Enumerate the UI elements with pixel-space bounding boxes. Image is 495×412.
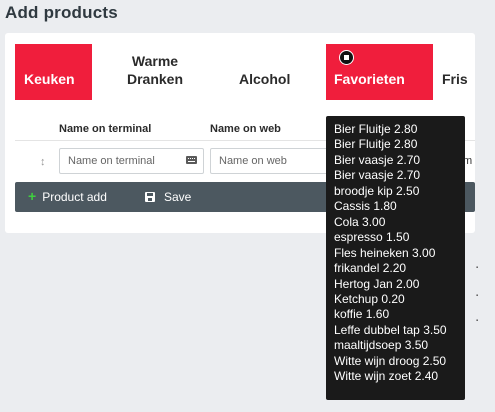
product-add-button[interactable]: + Product add xyxy=(28,188,107,204)
product-add-label: Product add xyxy=(42,190,107,204)
input-placeholder: Name on terminal xyxy=(68,155,155,167)
keyboard-icon[interactable] xyxy=(186,156,197,164)
tooltip-item: Ketchup 0.20 xyxy=(334,291,405,306)
tab-keuken[interactable]: Keuken xyxy=(15,44,92,100)
side-marker: ▪ xyxy=(476,293,479,299)
tab-fris[interactable]: Fris xyxy=(442,44,475,100)
tooltip-item: frikandel 2.20 xyxy=(334,261,407,276)
tooltip-item: Hertog Jan 2.00 xyxy=(334,276,420,291)
name-on-web-input[interactable]: Name on web xyxy=(210,148,330,174)
tooltip-item: Witte wijn droog 2.50 xyxy=(334,353,447,368)
save-icon xyxy=(145,192,155,202)
tab-label: Alcohol xyxy=(239,71,291,87)
tooltip-item: Bier Fluitje 2.80 xyxy=(334,137,418,152)
tooltip-item: maaltijdsoep 3.50 xyxy=(334,338,429,353)
tooltip-item: koffie 1.60 xyxy=(334,307,390,322)
tab-favorieten[interactable]: Favorieten xyxy=(326,44,433,100)
tooltip-item: Bier vaasje 2.70 xyxy=(334,152,421,167)
tab-alcohol[interactable]: Alcohol xyxy=(227,44,315,100)
column-header-terminal: Name on terminal xyxy=(59,123,152,135)
drag-handle-icon[interactable]: ↕ xyxy=(40,156,46,168)
tab-label: Favorieten xyxy=(334,71,405,87)
save-button[interactable]: Save xyxy=(145,190,191,204)
tab-warme-dranken[interactable]: Warme Dranken xyxy=(103,44,207,100)
tooltip-item: Bier vaasje 2.70 xyxy=(334,168,421,183)
tooltip-item: Bier Fluitje 2.80 xyxy=(334,122,418,136)
plus-icon: + xyxy=(28,188,37,204)
tooltip-item: Cola 3.00 xyxy=(334,214,386,229)
favorites-tooltip: Bier Fluitje 2.80 Bier Fluitje 2.80 Bier… xyxy=(326,116,465,400)
tooltip-item: broodje kip 2.50 xyxy=(334,183,420,198)
column-header-web: Name on web xyxy=(210,123,281,135)
save-label: Save xyxy=(164,190,192,204)
tooltip-item: Leffe dubbel tap 3.50 xyxy=(334,322,447,337)
side-marker: ▪ xyxy=(476,265,479,271)
name-on-terminal-input[interactable]: Name on terminal xyxy=(59,148,204,174)
tab-label: Keuken xyxy=(24,71,75,87)
side-marker: ▪ xyxy=(476,318,479,324)
input-placeholder: Name on web xyxy=(219,155,287,167)
tooltip-item: Witte wijn zoet 2.40 xyxy=(334,369,439,384)
tab-label: Warme Dranken xyxy=(126,53,184,87)
tab-label: Fris xyxy=(442,71,468,87)
tooltip-item: Cassis 1.80 xyxy=(334,199,397,214)
tooltip-item: Fles heineken 3.00 xyxy=(334,245,436,260)
tooltip-item: espresso 1.50 xyxy=(334,230,410,245)
tab-badge-icon xyxy=(339,50,354,65)
page-title: Add products xyxy=(5,3,118,22)
